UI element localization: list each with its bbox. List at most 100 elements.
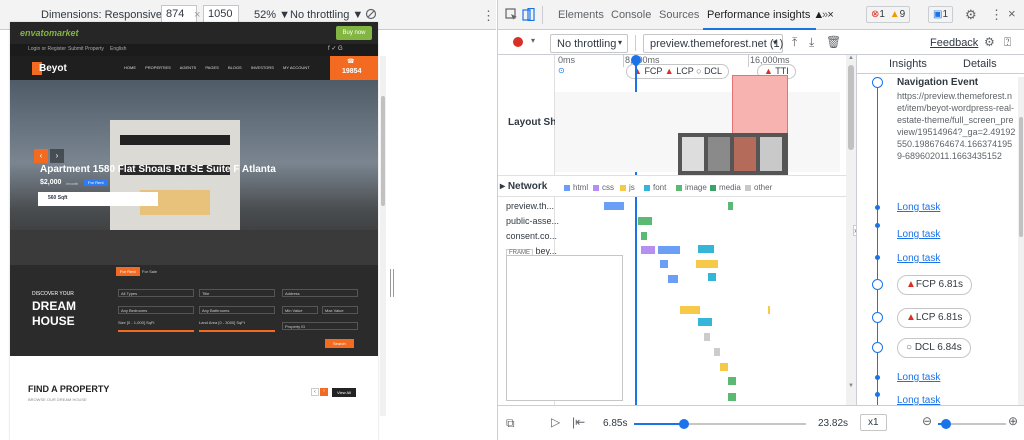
nav-my-account[interactable]: MY ACCOUNT xyxy=(283,65,310,70)
settings-icon[interactable]: ⚙ xyxy=(984,35,995,49)
search-button[interactable]: Search xyxy=(325,339,354,348)
nav-investors[interactable]: INVESTORS xyxy=(251,65,274,70)
settings-gear-icon[interactable]: ⚙ xyxy=(965,7,977,23)
long-task-link-1[interactable]: Long task xyxy=(897,202,940,213)
issues-counter[interactable]: ⊗1 ▲9 xyxy=(866,6,911,23)
network-bar[interactable] xyxy=(696,260,718,268)
language-link[interactable]: English xyxy=(110,46,126,52)
rotate-icon[interactable] xyxy=(365,8,377,20)
upload-icon[interactable]: ⤒ xyxy=(792,35,797,50)
record-icon[interactable] xyxy=(513,37,523,47)
more-menu-icon[interactable]: ⋮ xyxy=(990,7,1003,23)
close-devtools-icon[interactable]: × xyxy=(1008,6,1016,21)
social-icons[interactable]: f ✓ G xyxy=(328,45,343,52)
inspect-icon[interactable] xyxy=(505,8,518,21)
delete-icon[interactable]: 🗑 xyxy=(826,35,841,49)
messages-counter[interactable]: ▣1 xyxy=(928,6,954,23)
tab-for-sale[interactable]: For Sale xyxy=(138,267,161,276)
nav-pages[interactable]: PAGES xyxy=(205,65,219,70)
hero-title[interactable]: Apartment 1580 Flat Shoals Rd SE Suite F… xyxy=(40,164,276,175)
envato-logo[interactable]: envatomarket xyxy=(20,28,79,38)
network-throttling-select[interactable]: No throttling ▾ xyxy=(550,34,628,53)
nav-agents[interactable]: AGENTS xyxy=(180,65,196,70)
network-bar[interactable] xyxy=(704,333,710,341)
navigation-marker-icon[interactable]: ⊙ xyxy=(558,66,565,75)
layout-shift-screenshots[interactable] xyxy=(678,133,788,175)
tab-for-rent[interactable]: For Rent xyxy=(116,267,140,276)
long-task-link-2[interactable]: Long task xyxy=(897,229,940,240)
login-link[interactable]: Login or Register xyxy=(28,46,66,52)
phone-box[interactable]: ☎ 19854 xyxy=(330,56,378,80)
land-slider[interactable] xyxy=(199,330,275,332)
tab-console[interactable]: Console xyxy=(611,9,651,21)
address-input[interactable]: Address xyxy=(282,289,358,297)
min-value-select[interactable]: Min Value xyxy=(282,306,318,314)
nav-home[interactable]: HOME xyxy=(124,65,136,70)
buy-now-button[interactable]: Buy now xyxy=(336,26,372,40)
view-all-button[interactable]: View All xyxy=(332,388,356,397)
play-icon[interactable]: ▷ xyxy=(551,415,560,429)
record-dropdown-icon[interactable]: ▾ xyxy=(531,36,535,45)
network-bar[interactable] xyxy=(728,393,736,401)
long-task-link-4[interactable]: Long task xyxy=(897,372,940,383)
network-bar[interactable] xyxy=(660,260,668,268)
network-bar[interactable] xyxy=(604,202,624,210)
network-bar[interactable] xyxy=(641,232,647,240)
network-bar[interactable] xyxy=(668,275,678,283)
network-bar[interactable] xyxy=(768,306,770,314)
fcp-insight[interactable]: ▲FCP 6.81s xyxy=(897,275,972,295)
network-bar[interactable] xyxy=(698,245,714,253)
find-next-button[interactable]: › xyxy=(320,388,328,396)
lcp-insight[interactable]: ▲LCP 6.81s xyxy=(897,308,972,328)
request-row-label[interactable]: consent.co... xyxy=(506,231,557,241)
network-bar[interactable] xyxy=(714,348,720,356)
hero-next-button[interactable]: › xyxy=(50,149,64,163)
bedrooms-select[interactable]: Any Bedrooms xyxy=(118,306,194,314)
jump-to-start-icon[interactable]: |⇤ xyxy=(572,415,585,429)
bathrooms-select[interactable]: Any Bathrooms xyxy=(199,306,275,314)
network-bar[interactable] xyxy=(720,363,728,371)
feedback-link[interactable]: Feedback xyxy=(930,37,978,49)
dimensions-select[interactable]: Dimensions: Responsive ▼ xyxy=(41,9,176,21)
title-input[interactable]: Title xyxy=(199,289,275,297)
nav-blogs[interactable]: BLOGS xyxy=(228,65,242,70)
request-row-label[interactable]: preview.th... xyxy=(506,201,554,211)
network-bar[interactable] xyxy=(638,217,652,225)
network-bar[interactable] xyxy=(641,246,655,254)
tab-details[interactable]: Details xyxy=(963,58,997,70)
hero-prev-button[interactable]: ‹ xyxy=(34,149,48,163)
playback-speed[interactable]: x1 xyxy=(860,414,887,431)
beyot-logo[interactable]: Beyot xyxy=(39,63,67,74)
network-bar[interactable] xyxy=(728,377,736,385)
screenshot-toggle-icon[interactable]: ⧉ xyxy=(506,416,515,431)
zoom-select[interactable]: 52% ▼ xyxy=(254,9,290,21)
network-bar[interactable] xyxy=(698,318,712,326)
tab-elements[interactable]: Elements xyxy=(558,9,604,21)
device-toggle-icon[interactable] xyxy=(522,8,535,21)
zoom-in-icon[interactable]: ⊕ xyxy=(1008,414,1018,428)
throttling-select[interactable]: No throttling ▼ xyxy=(290,9,363,21)
download-icon[interactable]: ⤓ xyxy=(809,35,814,50)
more-options-icon[interactable]: ⋮ xyxy=(482,8,495,24)
size-slider[interactable] xyxy=(118,330,194,332)
long-task-link-3[interactable]: Long task xyxy=(897,253,940,264)
resize-handle[interactable] xyxy=(390,269,394,297)
network-bar[interactable] xyxy=(708,273,716,281)
tab-sources[interactable]: Sources xyxy=(659,9,699,21)
playback-slider[interactable] xyxy=(634,419,806,429)
submit-property-link[interactable]: Submit Property xyxy=(68,46,104,52)
tab-insights[interactable]: Insights xyxy=(889,58,927,70)
tab-performance-insights[interactable]: Performance insights ▲ × xyxy=(707,9,834,21)
max-value-select[interactable]: Max Value xyxy=(322,306,358,314)
find-prev-button[interactable]: ‹ xyxy=(311,388,319,396)
network-track-toggle[interactable]: ▸ Network xyxy=(500,181,547,192)
network-bar[interactable] xyxy=(728,202,733,210)
page-scrollbar[interactable] xyxy=(380,56,386,416)
zoom-slider[interactable] xyxy=(938,419,1006,429)
insights-scrollbar[interactable] xyxy=(1018,77,1024,405)
dcl-insight[interactable]: ○ DCL 6.84s xyxy=(897,338,971,358)
fcp-lcp-dcl-marker[interactable]: ▲ FCP ▲ LCP ○ DCL xyxy=(626,64,730,79)
network-bar[interactable] xyxy=(680,306,700,314)
recording-select[interactable]: preview.themeforest.net (1) ▾ xyxy=(643,34,783,53)
nav-properties[interactable]: PROPERTIES xyxy=(145,65,171,70)
